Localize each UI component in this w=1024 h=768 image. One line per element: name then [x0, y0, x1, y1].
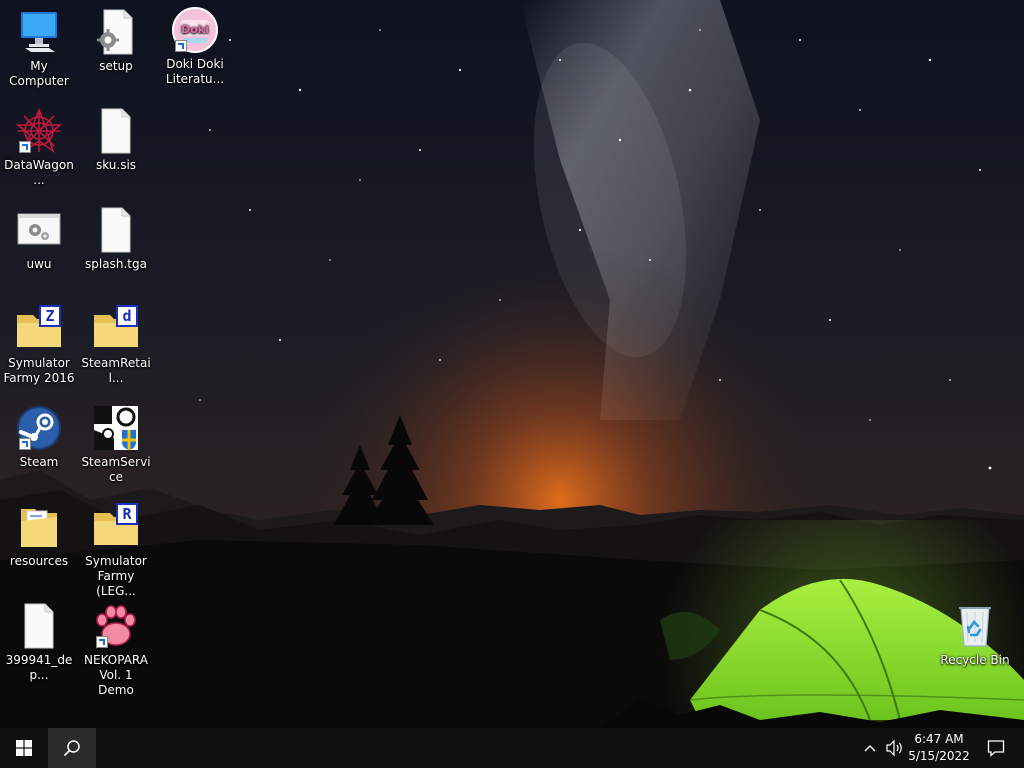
desktop-icon-label: setup: [99, 59, 133, 73]
svg-text:Doki: Doki: [181, 23, 209, 36]
taskbar-clock[interactable]: 6:47 AM 5/15/2022: [906, 731, 972, 765]
desktop-icon-label: sku.sis: [95, 158, 137, 172]
clock-date: 5/15/2022: [908, 749, 970, 763]
desktop-icon-label: SteamRetail...: [81, 356, 151, 385]
settings-file-icon: [97, 9, 133, 55]
desktop-icon-steamretail[interactable]: d SteamRetail...: [78, 305, 154, 386]
folder-badge: R: [116, 503, 138, 525]
start-button[interactable]: [0, 728, 48, 768]
desktop-icon-399941-dep[interactable]: 399941_dep...: [1, 602, 77, 683]
taskbar: 6:47 AM 5/15/2022: [0, 728, 1024, 768]
computer-icon: [21, 12, 57, 52]
blank-file-icon: [24, 603, 54, 649]
desktop-icon-label: Recycle Bin: [940, 653, 1010, 667]
chevron-up-icon: [864, 745, 876, 752]
shortcut-arrow-icon: [19, 141, 31, 153]
recycle-bin-icon: [959, 607, 991, 647]
desktop-icon-datawagon[interactable]: DataWagon...: [1, 107, 77, 188]
desktop-icon-label: SteamService: [81, 455, 151, 484]
desktop-icon-recycle-bin[interactable]: Recycle Bin: [937, 602, 1013, 668]
folder-badge: d: [116, 305, 138, 327]
desktop-icon-label: Steam: [19, 455, 59, 469]
desktop-icon-label: NEKOPARA Vol. 1 Demo: [84, 653, 148, 697]
desktop-icon-label: 399941_dep...: [5, 653, 73, 682]
desktop-icon-label: uwu: [26, 257, 52, 271]
folder-badge: Z: [39, 305, 61, 327]
action-center-button[interactable]: [976, 728, 1016, 768]
shortcut-arrow-icon: [96, 636, 108, 648]
clock-time: 6:47 AM: [914, 732, 964, 746]
desktop-icon-nekopara[interactable]: NEKOPARA Vol. 1 Demo: [78, 602, 154, 698]
desktop-icon-resources[interactable]: resources: [1, 503, 77, 569]
windows-logo-icon: [16, 740, 32, 756]
desktop-icon-symulator-farmy-2016[interactable]: Z Symulator Farmy 2016: [1, 305, 77, 386]
desktop-icon-splash-tga[interactable]: splash.tga: [78, 206, 154, 272]
speaker-icon: [886, 740, 902, 756]
desktop-icon-label: Doki Doki Literatu...: [165, 57, 225, 86]
desktop-icon-steam[interactable]: Steam: [1, 404, 77, 470]
desktop-icon-my-computer[interactable]: My Computer: [1, 8, 77, 89]
desktop-icon-symulator-farmy-leg[interactable]: R Symulator Farmy (LEG...: [78, 503, 154, 599]
search-button[interactable]: [48, 728, 96, 768]
system-file-icon: [17, 213, 61, 245]
desktop-icon-uwu[interactable]: uwu: [1, 206, 77, 272]
blank-file-icon: [101, 108, 131, 154]
steam-service-icon: [94, 406, 138, 450]
shortcut-arrow-icon: [175, 40, 187, 52]
desktop-icon-label: Symulator Farmy 2016: [3, 356, 75, 385]
show-hidden-icons-button[interactable]: [858, 728, 882, 768]
desktop-icon-setup[interactable]: setup: [78, 8, 154, 74]
desktop-icon-sku-sis[interactable]: sku.sis: [78, 107, 154, 173]
desktop-icon-steamservice[interactable]: SteamService: [78, 404, 154, 485]
shortcut-arrow-icon: [19, 438, 31, 450]
notification-icon: [987, 740, 1005, 757]
volume-button[interactable]: [882, 728, 908, 768]
desktop-icon-label: resources: [9, 554, 69, 568]
search-icon: [63, 740, 80, 757]
desktop-icon-label: Symulator Farmy (LEG...: [85, 554, 147, 598]
desktop-icon-label: DataWagon...: [4, 158, 74, 187]
folder-icon: [21, 509, 57, 547]
desktop-icon-label: splash.tga: [85, 257, 147, 271]
desktop-icon-label: My Computer: [9, 59, 69, 88]
blank-file-icon: [101, 207, 131, 253]
desktop-icon-doki-doki[interactable]: Doki Doki Doki Literatu...: [157, 6, 233, 87]
